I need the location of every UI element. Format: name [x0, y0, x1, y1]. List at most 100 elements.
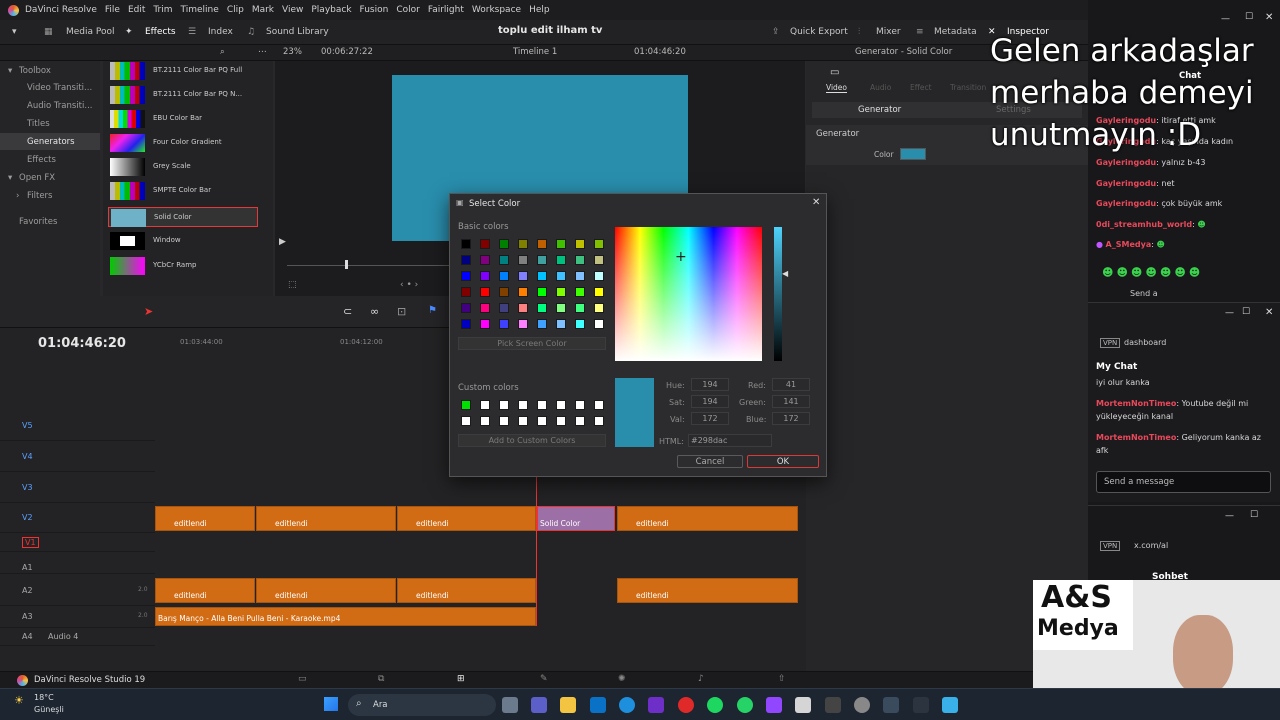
basic-color-swatch[interactable] — [480, 303, 490, 313]
menu-fairlight[interactable]: Fairlight — [428, 5, 464, 15]
basic-color-swatch[interactable] — [575, 303, 585, 313]
tab-effect[interactable]: Effect — [910, 83, 932, 92]
basic-color-swatch[interactable] — [480, 239, 490, 249]
basic-color-swatch[interactable] — [537, 255, 547, 265]
generator-item-selected[interactable]: Solid Color — [108, 207, 258, 227]
settings-icon[interactable] — [854, 697, 870, 713]
custom-color-swatch[interactable] — [461, 416, 471, 426]
resolve-taskbar-icon[interactable] — [883, 697, 899, 713]
tab-video[interactable]: Video — [826, 83, 848, 93]
deliver-page-icon[interactable]: ⇧ — [778, 674, 786, 684]
basic-color-swatch[interactable] — [518, 239, 528, 249]
color-page-icon[interactable]: ✺ — [618, 674, 626, 684]
generator-item[interactable]: Four Color Gradient — [108, 133, 258, 153]
tree-video-transitions[interactable]: Video Transiti... — [27, 83, 92, 93]
add-custom-colors-button[interactable]: Add to Custom Colors — [458, 434, 606, 447]
menu-help[interactable]: Help — [529, 5, 550, 15]
open-fx-chevron-icon[interactable]: ▾ — [8, 173, 12, 183]
basic-color-swatch[interactable] — [556, 255, 566, 265]
basic-color-swatch[interactable] — [537, 271, 547, 281]
basic-color-swatch[interactable] — [537, 239, 547, 249]
custom-color-swatch[interactable] — [537, 400, 547, 410]
video-clip[interactable]: editlendi — [155, 506, 255, 531]
menu-color[interactable]: Color — [396, 5, 420, 15]
scrubber-handle[interactable] — [345, 260, 348, 269]
fusion-page-icon[interactable]: ✎ — [540, 674, 548, 684]
val-input[interactable]: 172 — [691, 412, 729, 425]
tab-transition[interactable]: Transition — [950, 83, 986, 92]
basic-color-swatch[interactable] — [556, 271, 566, 281]
basic-color-swatch[interactable] — [537, 303, 547, 313]
timeline-name[interactable]: Timeline 1 — [513, 47, 557, 57]
basic-color-swatch[interactable] — [518, 271, 528, 281]
mail-icon[interactable] — [648, 697, 664, 713]
ok-button[interactable]: OK — [747, 455, 819, 468]
notepad-icon[interactable] — [942, 697, 958, 713]
basic-color-swatch[interactable] — [575, 319, 585, 329]
basic-color-swatch[interactable] — [518, 319, 528, 329]
basic-color-swatch[interactable] — [461, 287, 471, 297]
basic-color-swatch[interactable] — [556, 287, 566, 297]
spotify-icon[interactable] — [707, 697, 723, 713]
media-pool-button[interactable]: Media Pool — [66, 27, 115, 37]
menu-edit[interactable]: Edit — [128, 5, 145, 15]
tree-filters[interactable]: Filters — [27, 191, 52, 201]
playhead[interactable] — [536, 476, 537, 626]
generator-item[interactable]: BT.2111 Color Bar PQ N... — [108, 85, 258, 105]
transform-icon[interactable]: ⬚ — [288, 280, 297, 290]
search-box[interactable]: ⌕ Ara — [348, 694, 496, 716]
outlook-icon[interactable] — [590, 697, 606, 713]
generator-item[interactable]: Window — [108, 231, 258, 251]
basic-color-swatch[interactable] — [575, 239, 585, 249]
basic-color-swatch[interactable] — [461, 319, 471, 329]
basic-color-swatch[interactable] — [499, 319, 509, 329]
send-input-partial[interactable]: Send a — [1130, 289, 1158, 298]
custom-color-swatch[interactable] — [594, 416, 604, 426]
fairlight-page-icon[interactable]: ♪ — [698, 674, 704, 684]
weather-icon[interactable]: ☀ — [14, 694, 24, 707]
basic-color-swatch[interactable] — [594, 255, 604, 265]
menu-workspace[interactable]: Workspace — [472, 5, 521, 15]
lock-icon[interactable]: ⊡ — [397, 305, 406, 318]
tree-effects[interactable]: Effects — [27, 155, 56, 165]
close-icon[interactable]: ✕ — [1265, 307, 1273, 318]
menu-mark[interactable]: Mark — [252, 5, 274, 15]
basic-color-swatch[interactable] — [537, 287, 547, 297]
basic-color-swatch[interactable] — [575, 255, 585, 265]
quick-export-button[interactable]: Quick Export — [790, 27, 848, 37]
more-options-icon[interactable]: ⋯ — [258, 47, 267, 57]
basic-color-swatch[interactable] — [461, 255, 471, 265]
basic-color-swatch[interactable] — [518, 287, 528, 297]
tree-titles[interactable]: Titles — [27, 119, 50, 129]
sat-input[interactable]: 194 — [691, 395, 729, 408]
tab-generator[interactable]: Generator — [858, 105, 901, 115]
index-button[interactable]: Index — [208, 27, 233, 37]
basic-color-swatch[interactable] — [461, 239, 471, 249]
capture-icon[interactable] — [825, 697, 841, 713]
custom-color-swatch[interactable] — [556, 400, 566, 410]
menu-view[interactable]: View — [282, 5, 303, 15]
html-input[interactable]: #298dac — [688, 434, 772, 447]
basic-color-swatch[interactable] — [480, 319, 490, 329]
tree-audio-transitions[interactable]: Audio Transiti... — [27, 101, 93, 111]
generator-item[interactable]: Grey Scale — [108, 157, 258, 177]
edit-page-icon[interactable]: ⊞ — [457, 674, 465, 684]
custom-color-swatch[interactable] — [480, 416, 490, 426]
basic-color-swatch[interactable] — [575, 287, 585, 297]
custom-color-swatch[interactable] — [594, 400, 604, 410]
tree-generators[interactable]: Generators — [27, 137, 75, 147]
opera-icon[interactable] — [678, 697, 694, 713]
maximize-icon[interactable]: ☐ — [1245, 12, 1253, 22]
windows-start-icon[interactable] — [324, 697, 338, 711]
maximize-icon[interactable]: ☐ — [1242, 307, 1250, 317]
minimize-icon[interactable]: — — [1225, 511, 1234, 521]
file-explorer-icon[interactable] — [560, 697, 576, 713]
snapping-icon[interactable]: ⊂ — [343, 305, 352, 318]
minimize-icon[interactable]: — — [1221, 14, 1230, 24]
effects-button[interactable]: Effects — [145, 27, 176, 37]
obs-icon[interactable] — [795, 697, 811, 713]
green-input[interactable]: 141 — [772, 395, 810, 408]
maximize-icon[interactable]: ☐ — [1250, 510, 1258, 520]
whatsapp-icon[interactable] — [737, 697, 753, 713]
basic-color-swatch[interactable] — [499, 303, 509, 313]
